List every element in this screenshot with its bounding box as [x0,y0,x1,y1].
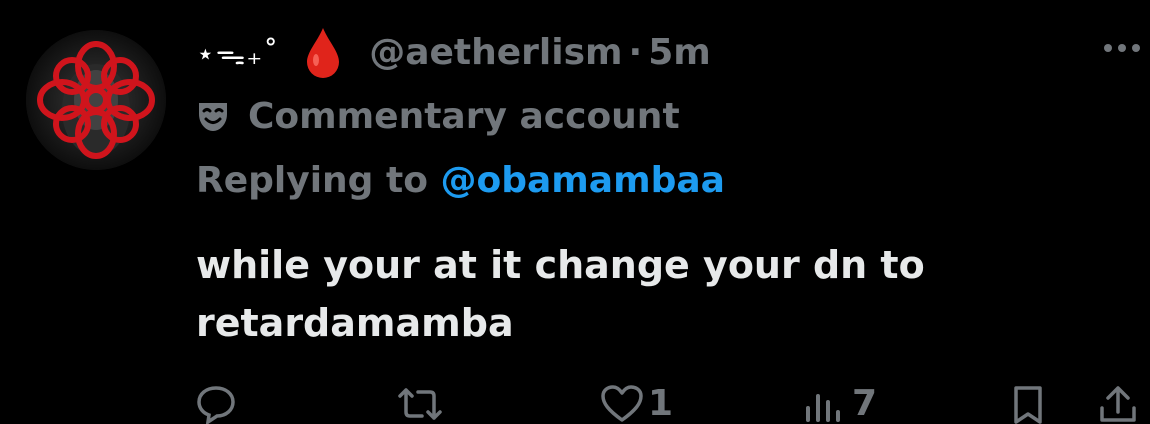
bookmark-icon [1014,386,1042,424]
reply-icon [197,386,235,424]
views-button[interactable]: 7 [804,384,877,424]
more-options-icon[interactable] [1102,40,1142,54]
retweet-button[interactable] [396,384,444,424]
views-count: 7 [852,383,878,424]
replying-to: Replying to @obamambaa [196,160,725,206]
timestamp[interactable]: 5m [648,32,711,73]
account-label-text: Commentary account [248,95,680,137]
replying-to-prefix: Replying to [196,160,441,201]
like-button[interactable]: 1 [600,384,673,424]
blood-drop-icon [305,26,341,78]
user-handle[interactable]: @aetherlism [369,32,622,73]
tweet-text: while your at it change your dn to retar… [196,236,1096,352]
tweet-header: ⋆ᯓ₊˚ @aetherlism · 5m [196,22,711,82]
retweet-icon [398,388,442,420]
heart-icon [601,385,643,422]
share-icon [1100,386,1136,422]
replying-to-handle[interactable]: @obamambaa [440,160,724,201]
avatar-image [26,30,166,170]
reply-button[interactable] [196,384,236,424]
theater-mask-icon [196,99,230,133]
action-bar: 1 7 [0,374,1150,424]
share-button[interactable] [1096,384,1140,424]
display-name[interactable]: ⋆ᯓ₊˚ [196,32,279,73]
tweet-text-line: while your at it change your dn to [196,243,925,287]
like-count: 1 [648,383,674,424]
tweet-text-line: retardamamba [196,301,514,345]
bookmark-button[interactable] [1008,384,1048,424]
separator-dot: · [628,31,643,73]
avatar[interactable] [26,30,166,170]
account-label[interactable]: Commentary account [196,94,680,138]
views-icon [806,394,840,422]
